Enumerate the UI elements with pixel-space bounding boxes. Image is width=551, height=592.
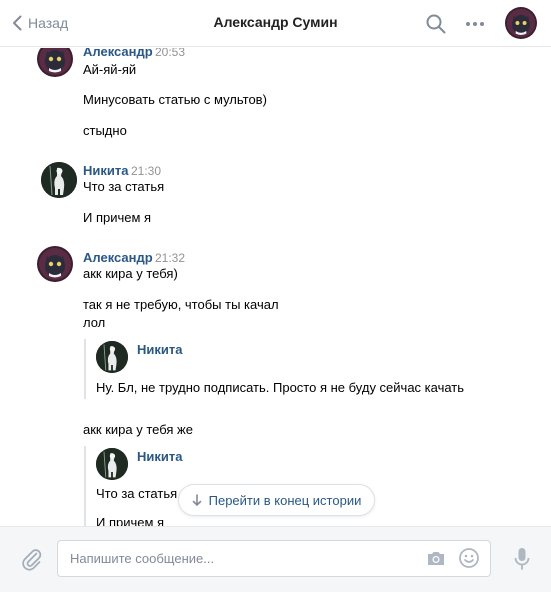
message-text: акк кира у тебя же [83,422,193,437]
search-button[interactable] [425,13,447,35]
message-time[interactable]: 21:30 [131,164,161,178]
more-button[interactable] [463,13,487,35]
forwarded-author[interactable]: Никита [137,449,182,464]
avatar[interactable] [37,246,73,282]
message-text: стыдно [83,123,127,138]
forwarded-author[interactable]: Никита [137,342,182,357]
composer [0,526,551,592]
header-avatar[interactable] [505,7,537,39]
chat-header: Назад Александр Сумин [0,0,551,47]
message-text: И причем я [83,210,152,225]
forwarded-text: Что за статья [96,486,178,501]
back-label: Назад [28,15,69,31]
more-dots-icon [466,22,484,26]
microphone-icon [514,548,530,570]
jump-to-end-button[interactable]: Перейти в конец истории [178,484,375,516]
smile-icon [459,548,479,568]
message-text: так я не требую, чтобы ты качал [83,297,279,312]
avatar[interactable] [96,341,128,373]
forwarded-text: И причем я [96,515,165,526]
avatar[interactable] [41,162,77,198]
message-author[interactable]: Александр [83,250,153,265]
chevron-left-icon [13,15,22,31]
paperclip-icon [22,549,42,571]
arrow-down-icon [192,493,201,506]
message-author[interactable]: Никита [83,163,128,178]
message-time[interactable]: 21:32 [155,251,185,265]
avatar[interactable] [37,48,73,77]
jump-to-end-label: Перейти в конец истории [208,492,362,508]
message-text: Ай-яй-яй [83,62,137,77]
message-text: акк кира у тебя) [83,266,178,281]
chat-title[interactable]: Александр Сумин [213,14,337,30]
emoji-button[interactable] [458,547,480,569]
camera-button[interactable] [426,549,446,567]
message-feed[interactable]: Александр 20:53 Ай-яй-яй Минусовать стат… [0,48,551,526]
forwarded-message[interactable]: Никита Ну. Бл, не трудно подписать. Прос… [84,339,504,399]
message-author[interactable]: Александр [83,48,153,59]
message-text: Минусовать статью с мультов) [83,92,267,107]
back-button[interactable]: Назад [12,12,68,34]
avatar[interactable] [96,448,128,480]
search-icon [426,14,446,34]
attach-button[interactable] [20,547,44,571]
camera-icon [428,552,444,565]
message-time[interactable]: 20:53 [155,48,185,59]
message-text: Что за статья [83,179,165,194]
forwarded-text: Ну. Бл, не трудно подписать. Просто я не… [96,380,465,395]
voice-message-button[interactable] [512,546,532,572]
message-text: лол [83,315,106,330]
